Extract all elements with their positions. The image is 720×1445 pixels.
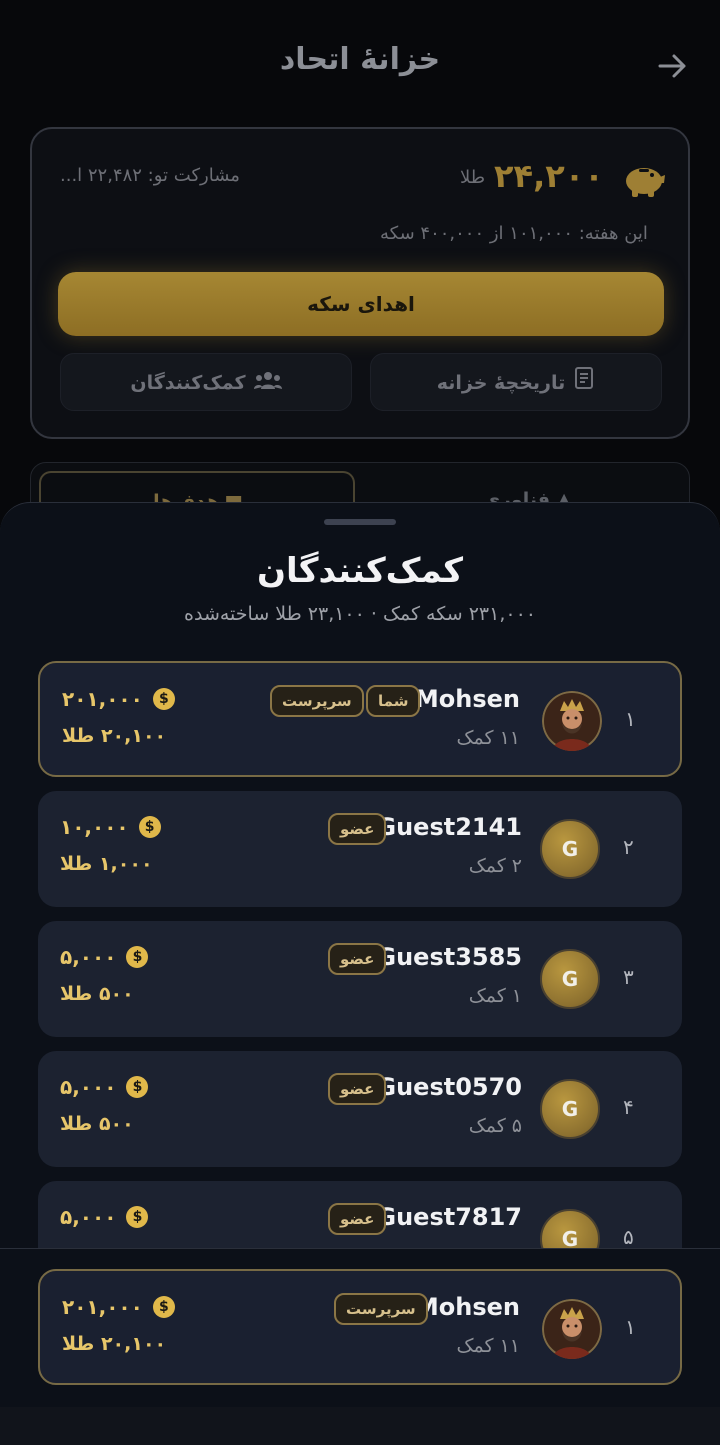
- avatar: [542, 691, 602, 751]
- help-count: ۵ کمک: [468, 1115, 522, 1137]
- treasury-card: ۲۴,۲۰۰ طلا مشارکت تو: ۲۲,۴۸۲ ا... این هف…: [30, 127, 690, 439]
- supervisor-badge: سرپرست: [270, 685, 364, 717]
- coins-amount: ۵,۰۰۰ $: [60, 945, 149, 969]
- gold-amount: ۲۰,۱۰۰ طلا: [62, 1333, 167, 1355]
- donate-coins-button[interactable]: اهدای سکه: [58, 272, 664, 336]
- contributor-name: Mohsen: [414, 1293, 520, 1321]
- piggy-bank-icon: [622, 159, 666, 199]
- contributor-name: Mohsen: [414, 685, 520, 713]
- weekly-progress-text: این هفته: ۱۰۱,۰۰۰ از ۴۰۰,۰۰۰ سکه: [380, 223, 648, 244]
- avatar: G: [540, 1209, 600, 1249]
- coins-amount: ۵,۰۰۰ $: [60, 1205, 149, 1229]
- contributor-row[interactable]: ۵ G Guest7817 عضو ۵,۰۰۰ $: [38, 1181, 682, 1249]
- contributor-name: Guest0570: [376, 1073, 522, 1101]
- help-count: ۲ کمک: [468, 855, 522, 877]
- coins-amount: ۱۰,۰۰۰ $: [60, 815, 161, 839]
- my-share-text: مشارکت تو: ۲۲,۴۸۲ ا...: [60, 165, 240, 186]
- coins-value: ۵,۰۰۰: [60, 1205, 117, 1229]
- coin-icon: $: [152, 688, 175, 710]
- page-title: خزانهٔ اتحاد: [279, 42, 441, 77]
- users-icon: [253, 355, 282, 413]
- member-badge: عضو: [328, 1073, 387, 1105]
- coin-icon: $: [126, 946, 149, 968]
- rank-number: ۴: [623, 1095, 634, 1119]
- bottom-nav-strip: [0, 1407, 720, 1445]
- contributor-name: Guest2141: [376, 813, 522, 841]
- contributors-list[interactable]: ۱ Mohsen شما سرپرست ۱۱ کمک ۲۰۱,۰۰۰ $ ۲۰,…: [38, 659, 682, 1249]
- sheet-drag-handle[interactable]: [324, 519, 396, 525]
- document-icon: [573, 355, 595, 413]
- coin-icon: $: [138, 816, 161, 838]
- sheet-subtitle: ۲۳۱,۰۰۰ سکه کمک · ۲۳,۱۰۰ طلا ساخته‌شده: [184, 603, 536, 625]
- rank-number: ۵: [623, 1225, 634, 1249]
- rank-number: ۳: [623, 965, 634, 989]
- treasury-history-button[interactable]: تاریخچهٔ خزانه: [370, 353, 662, 411]
- gold-unit-label: طلا: [460, 167, 486, 188]
- contributor-row[interactable]: ۳ G Guest3585 عضو ۱ کمک ۵,۰۰۰ $ ۵۰۰ طلا: [38, 921, 682, 1037]
- help-count: ۱۱ کمک: [456, 1335, 521, 1357]
- coin-icon: $: [152, 1296, 175, 1318]
- coins-amount: ۵,۰۰۰ $: [60, 1075, 149, 1099]
- coins-value: ۱۰,۰۰۰: [60, 815, 129, 839]
- help-count: ۱۱ کمک: [456, 727, 521, 749]
- coins-value: ۵,۰۰۰: [60, 945, 117, 969]
- you-badge: شما: [366, 685, 421, 717]
- gold-amount: ۲۰,۱۰۰ طلا: [62, 725, 167, 747]
- rank-number: ۲: [623, 835, 634, 859]
- contributor-name: Guest3585: [376, 943, 522, 971]
- treasury-history-label: تاریخچهٔ خزانه: [436, 372, 566, 394]
- contributor-name: Guest7817: [376, 1203, 522, 1231]
- my-rank-footer: ۱ Mohsen سرپرست ۱۱ کمک ۲۰۱,۰۰۰ $ ۲۰,۱۰۰ …: [0, 1248, 720, 1445]
- member-badge: عضو: [328, 813, 387, 845]
- rank-number: ۱: [625, 1315, 636, 1339]
- gold-amount: ۵۰۰ طلا: [60, 1113, 134, 1135]
- contributor-row[interactable]: ۲ G Guest2141 عضو ۲ کمک ۱۰,۰۰۰ $ ۱,۰۰۰ ط…: [38, 791, 682, 907]
- rank-number: ۱: [625, 707, 636, 731]
- header: خزانهٔ اتحاد: [0, 0, 720, 130]
- contributor-row[interactable]: ۱ Mohsen شما سرپرست ۱۱ کمک ۲۰۱,۰۰۰ $ ۲۰,…: [38, 661, 682, 777]
- help-count: ۱ کمک: [468, 985, 522, 1007]
- avatar: G: [540, 949, 600, 1009]
- member-badge: عضو: [328, 943, 387, 975]
- coins-value: ۲۰۱,۰۰۰: [62, 687, 143, 711]
- coin-icon: $: [126, 1076, 149, 1098]
- sheet-title: کمک‌کنندگان: [256, 551, 464, 591]
- helpers-button[interactable]: کمک‌کنندگان: [60, 353, 352, 411]
- coins-amount: ۲۰۱,۰۰۰ $: [62, 1295, 175, 1319]
- gold-amount: ۵۰۰ طلا: [60, 983, 134, 1005]
- contributor-row[interactable]: ۴ G Guest0570 عضو ۵ کمک ۵,۰۰۰ $ ۵۰۰ طلا: [38, 1051, 682, 1167]
- treasury-gold-amount: ۲۴,۲۰۰: [494, 157, 604, 195]
- gold-amount: ۱,۰۰۰ طلا: [60, 853, 153, 875]
- coin-icon: $: [126, 1206, 149, 1228]
- avatar: G: [540, 1079, 600, 1139]
- avatar: G: [540, 819, 600, 879]
- member-badge: عضو: [328, 1203, 387, 1235]
- coins-value: ۲۰۱,۰۰۰: [62, 1295, 143, 1319]
- back-arrow-icon[interactable]: [650, 48, 690, 88]
- my-contributor-row[interactable]: ۱ Mohsen سرپرست ۱۱ کمک ۲۰۱,۰۰۰ $ ۲۰,۱۰۰ …: [38, 1269, 682, 1385]
- helpers-label: کمک‌کنندگان: [130, 372, 246, 394]
- avatar: [542, 1299, 602, 1359]
- coins-value: ۵,۰۰۰: [60, 1075, 117, 1099]
- supervisor-badge: سرپرست: [334, 1293, 428, 1325]
- coins-amount: ۲۰۱,۰۰۰ $: [62, 687, 175, 711]
